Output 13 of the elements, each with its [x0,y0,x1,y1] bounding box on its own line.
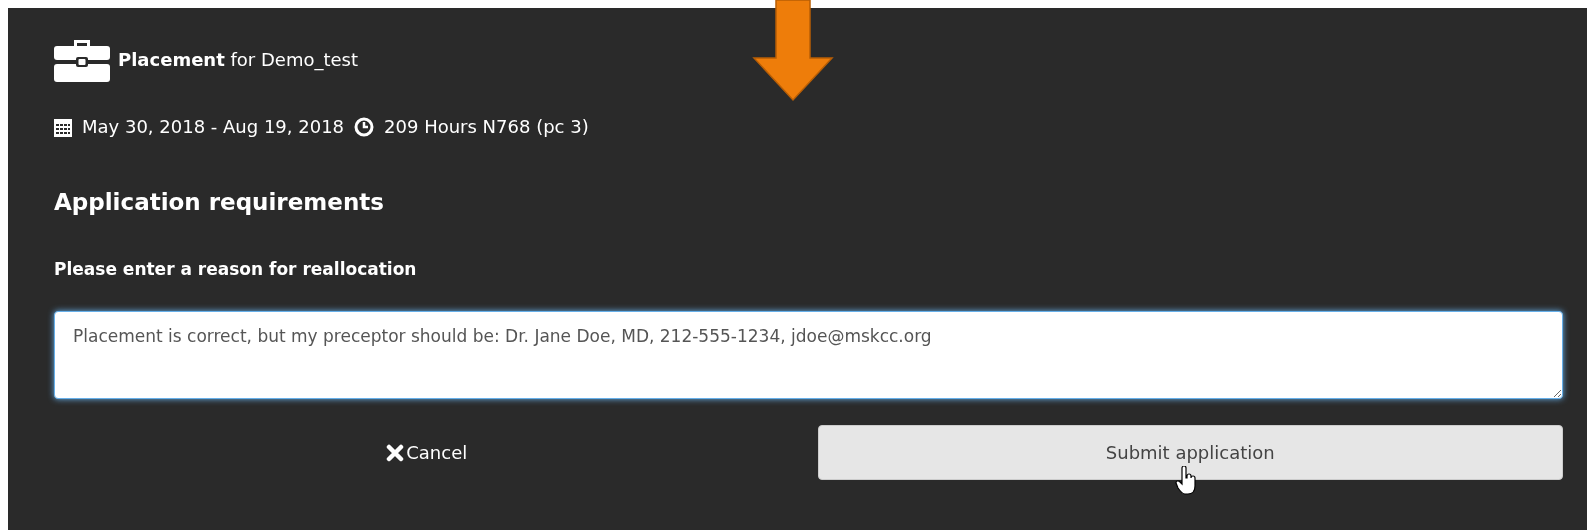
reason-field[interactable]: Placement is correct, but my preceptor should be: Dr. Jane Doe, MD, 212-555-1234, jdoe@mskcc.org [54,311,1563,399]
section-heading: Application requirements [54,189,385,215]
field-label: Please enter a reason for reallocation [54,259,418,279]
hand-cursor-icon [1175,466,1199,496]
date-range: May 30, 2018 - Aug 19, 2018 [82,116,345,137]
placement-title: Placement for Demo_test [118,48,359,70]
hours-text: 209 Hours N768 (pc 3) [384,116,589,137]
submit-button[interactable]: Submit application [817,425,1563,480]
down-arrow-icon [752,0,834,102]
close-icon [386,443,405,462]
calendar-icon [54,116,72,137]
cancel-button[interactable]: Cancel [54,425,800,480]
clock-icon [354,116,375,137]
